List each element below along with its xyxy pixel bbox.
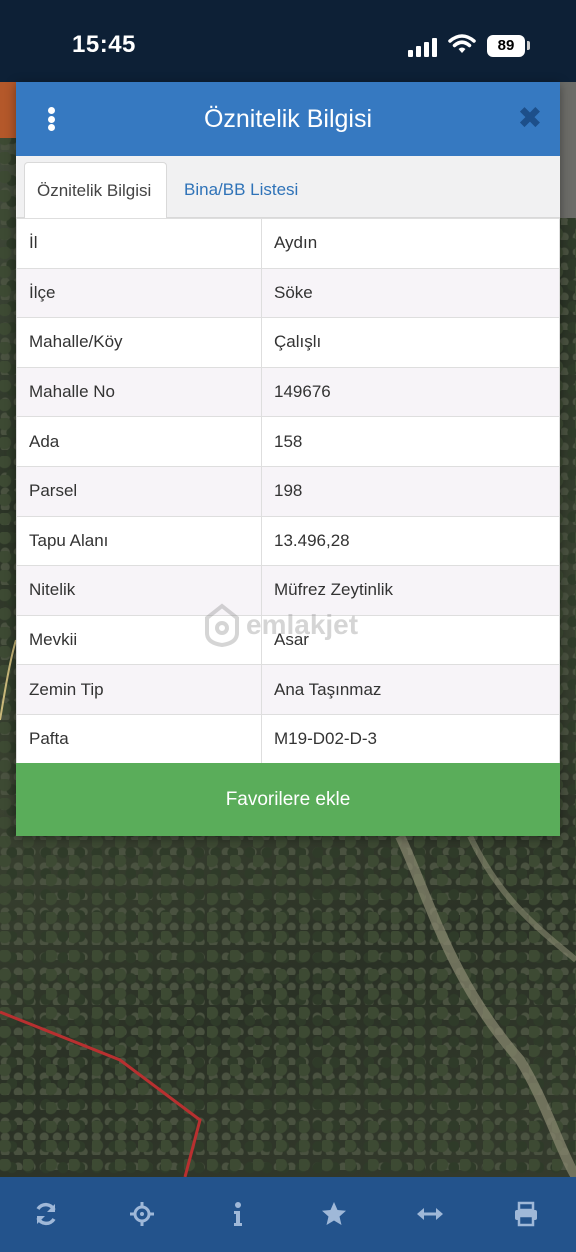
- tab-attribute-info[interactable]: Öznitelik Bilgisi: [24, 162, 167, 219]
- table-row: Mahalle/Köy Çalışlı: [16, 317, 560, 368]
- attribute-value: M19-D02-D-3: [261, 713, 560, 765]
- dirt-road: [395, 833, 576, 1180]
- parcel-boundary: [0, 1010, 202, 1178]
- map-edge: [560, 82, 576, 218]
- bottom-toolbar: [0, 1177, 576, 1252]
- attribute-value: Çalışlı: [261, 317, 560, 368]
- watermark-logo-icon: [205, 603, 239, 647]
- add-favorite-button[interactable]: Favorilere ekle: [16, 763, 560, 836]
- attribute-key: Zemin Tip: [16, 664, 262, 715]
- refresh-icon[interactable]: [31, 1199, 61, 1229]
- status-bar: 15:45 89: [0, 0, 576, 82]
- dialog-title: Öznitelik Bilgisi: [203, 105, 373, 133]
- attribute-key: Parsel: [16, 465, 262, 517]
- table-row: Pafta M19-D02-D-3: [16, 713, 560, 765]
- attribute-value: 149676: [261, 366, 560, 418]
- battery-icon: [527, 41, 530, 50]
- tab-bar: Öznitelik Bilgisi Bina/BB Listesi: [16, 156, 560, 219]
- table-row: Mahalle No 149676: [16, 366, 560, 418]
- tab-building-list[interactable]: Bina/BB Listesi: [172, 162, 310, 219]
- table-row: Tapu Alanı 13.496,28: [16, 515, 560, 567]
- table-row: Zemin Tip Ana Taşınmaz: [16, 664, 560, 715]
- attribute-key: Ada: [16, 416, 262, 467]
- dialog-header: Öznitelik Bilgisi ✖: [16, 82, 560, 156]
- table-row: Ada 158: [16, 416, 560, 467]
- map-contour: [0, 639, 17, 721]
- attribute-key: Mahalle No: [16, 366, 262, 418]
- info-icon[interactable]: [223, 1199, 253, 1229]
- attribute-key: İl: [16, 218, 262, 269]
- battery-level: 89: [487, 35, 525, 57]
- crosshair-icon[interactable]: [127, 1199, 157, 1229]
- measure-arrows-icon[interactable]: [415, 1199, 445, 1229]
- table-row: İl Aydın: [16, 218, 560, 269]
- attribute-key: İlçe: [16, 267, 262, 319]
- table-row: Parsel 198: [16, 465, 560, 517]
- status-time: 15:45: [72, 31, 136, 58]
- close-icon[interactable]: ✖: [516, 104, 544, 134]
- attribute-key: Tapu Alanı: [16, 515, 262, 567]
- table-row: İlçe Söke: [16, 267, 560, 319]
- wifi-icon: [448, 34, 476, 53]
- attribute-value: 158: [261, 416, 560, 467]
- attribute-value: Ana Taşınmaz: [261, 664, 560, 715]
- attribute-value: 13.496,28: [261, 515, 560, 567]
- star-icon[interactable]: [319, 1199, 349, 1229]
- print-icon[interactable]: [511, 1199, 541, 1229]
- attribute-value: 198: [261, 465, 560, 517]
- attribute-dialog: Öznitelik Bilgisi ✖ Öznitelik Bilgisi Bi…: [16, 82, 560, 836]
- attribute-table: İl Aydın İlçe Söke Mahalle/Köy Çalışlı M…: [16, 218, 560, 765]
- watermark-text: emlakjet: [246, 609, 359, 640]
- attribute-key: Pafta: [16, 713, 262, 765]
- dirt-track: [467, 834, 576, 963]
- cellular-signal-icon: [408, 38, 437, 57]
- attribute-key: Mahalle/Köy: [16, 317, 262, 368]
- vertical-dots-icon[interactable]: [38, 104, 64, 134]
- watermark: emlakjet: [204, 603, 358, 647]
- attribute-value: Söke: [261, 267, 560, 319]
- attribute-value: Aydın: [261, 218, 560, 269]
